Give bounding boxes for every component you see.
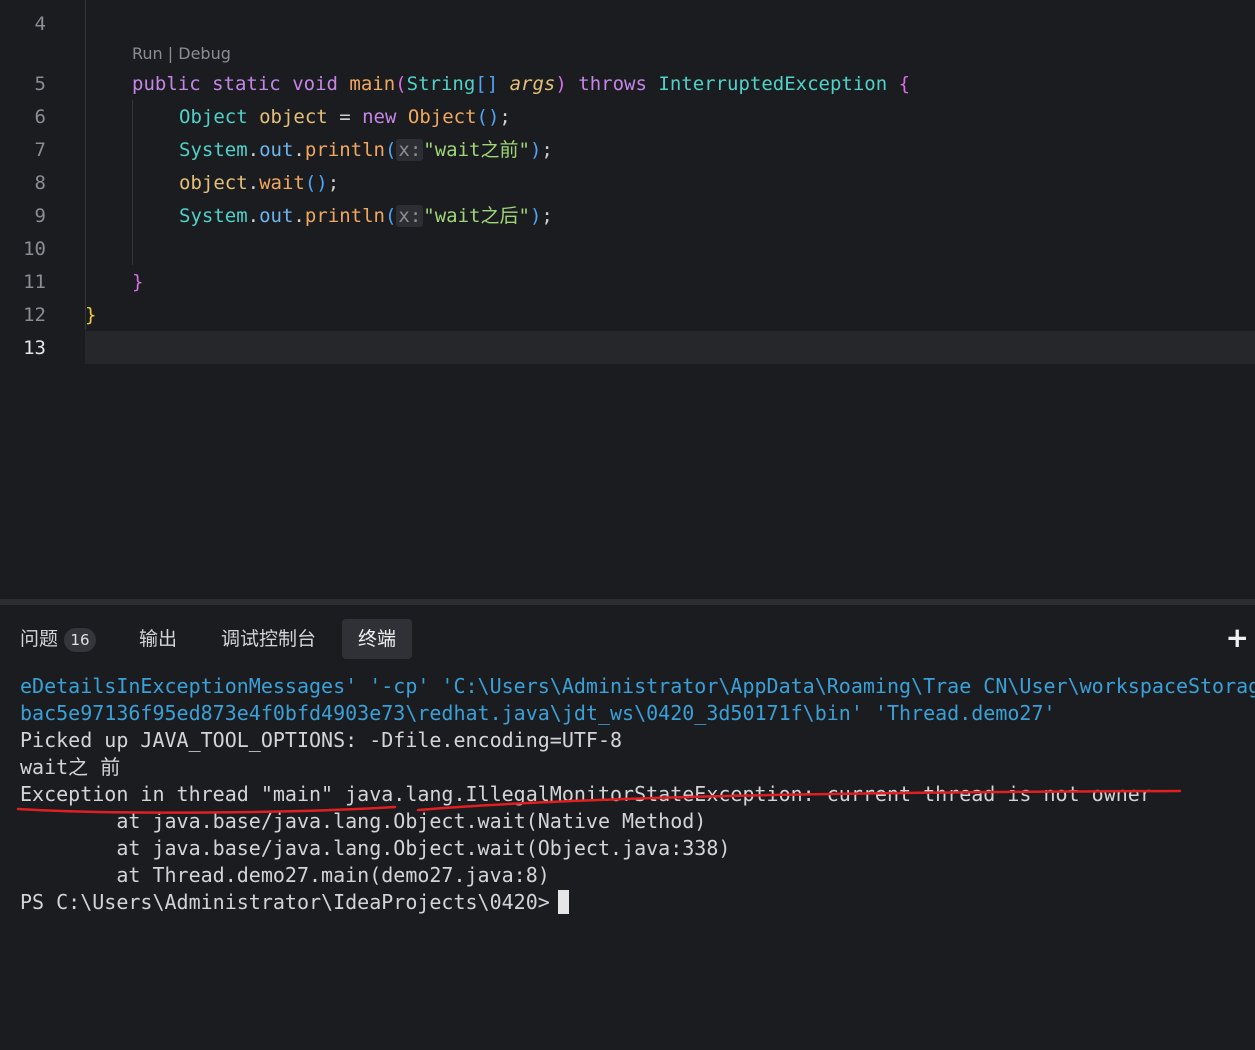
token-bracket: () [476,106,500,128]
token-bracket: ( [395,73,407,95]
token-bracket: ( [384,205,397,227]
token-type: String [406,73,476,95]
token-bracket: { [898,73,911,95]
bottom-panel: 问题 16 输出 调试控制台 终端 + eDetailsInExceptionMe… [0,605,1255,1050]
line-number: 10 [23,238,46,260]
line-number: 4 [34,13,46,35]
token-type: InterruptedException [658,73,888,95]
token-bracket: ) [555,73,567,95]
red-underline-annotation [16,789,1182,814]
token-type: System [179,205,248,227]
token-bracket: } [85,304,97,326]
underline-stroke [16,805,397,814]
token-field: out [259,205,294,227]
token-keyword: throws [578,73,647,95]
token-method: println [304,139,385,161]
codelens-run-debug[interactable]: Run | Debug [132,44,231,63]
code-line-7[interactable]: System.out.println(x: "wait之前"); [179,134,553,167]
token-method: println [304,205,385,227]
token-bracket: ) [529,139,542,161]
token-bracket: ) [529,205,542,227]
code-editor[interactable]: 4 5 6 7 8 9 10 11 12 13 Run | Debug publ… [0,0,1255,600]
code-line-12[interactable]: } [85,299,96,332]
parameter-inlay-hint: x: [396,205,424,227]
indent-guide [85,0,86,330]
token-keyword: new [362,106,397,128]
token-punctuation: . [247,205,260,227]
line-number: 7 [34,139,46,161]
line-number: 11 [23,271,46,293]
indent-guide [132,100,133,265]
token-bracket: [] [475,73,499,95]
underline-stroke [416,789,1182,812]
token-punctuation: . [247,139,260,161]
token-keyword: void [292,73,338,95]
token-string: "wait之前" [423,139,530,161]
token-bracket: } [132,271,144,293]
code-line-8[interactable]: object.wait(); [179,167,339,200]
line-number: 6 [34,106,46,128]
token-field: out [259,139,294,161]
code-line-6[interactable]: Object object = new Object(); [179,101,511,134]
token-bracket: ( [384,139,397,161]
token-operator: = [339,106,351,128]
parameter-inlay-hint: x: [396,139,424,161]
token-type: System [179,139,248,161]
line-number-active: 13 [23,337,46,359]
token-bracket: () [304,172,328,194]
code-line-5[interactable]: public static void main(String[] args) t… [132,68,910,101]
token-variable: object [259,106,328,128]
token-string: "wait之后" [423,205,530,227]
token-punctuation: ; [541,139,553,161]
code-line-11[interactable]: } [132,266,143,299]
token-punctuation: . [247,172,260,194]
token-punctuation: ; [541,205,553,227]
code-line-9[interactable]: System.out.println(x: "wait之后"); [179,200,553,233]
line-number: 12 [23,304,46,326]
token-method: Object [407,106,477,128]
token-variable: object [179,172,248,194]
line-number: 9 [34,205,46,227]
token-punctuation: . [293,205,305,227]
token-punctuation: ; [327,172,340,194]
current-line-highlight [85,331,1255,364]
token-punctuation: ; [499,106,511,128]
token-method: wait [259,172,305,194]
token-keyword: static [212,73,281,95]
line-number: 8 [34,172,46,194]
token-type: Object [179,106,248,128]
token-keyword: public [132,73,201,95]
line-number: 5 [34,73,46,95]
token-method: main [349,73,396,95]
token-parameter: args [509,73,556,95]
token-punctuation: . [293,139,305,161]
